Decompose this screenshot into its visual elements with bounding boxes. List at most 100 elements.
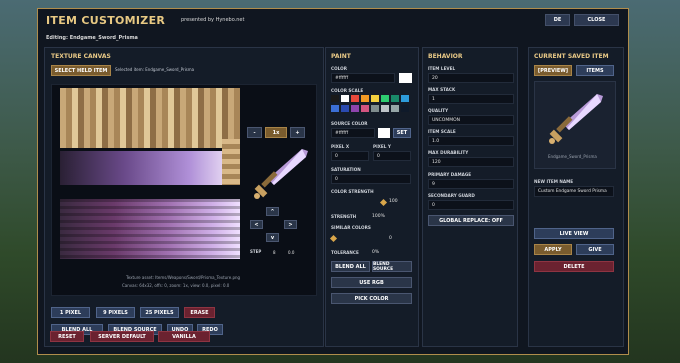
color-scale-swatch[interactable]: [351, 105, 359, 112]
paint-blend-source-button[interactable]: BLEND SOURCE: [372, 261, 412, 272]
language-button[interactable]: DE: [545, 14, 570, 26]
give-button[interactable]: GIVE: [576, 244, 614, 255]
zoom-out-button[interactable]: -: [247, 127, 262, 138]
item-level-label: ITEM LEVEL: [428, 66, 456, 71]
preview-caption: Endgame_Sword_Prisma: [548, 154, 597, 159]
erase-button[interactable]: ERASE: [184, 307, 215, 318]
server-default-button[interactable]: SERVER DEFAULT: [90, 331, 154, 342]
item-level-input[interactable]: 20: [428, 73, 514, 83]
texture-canvas-panel: TEXTURE CANVAS SELECT HELD ITEM Selected…: [44, 47, 324, 347]
color-scale-swatch[interactable]: [371, 95, 379, 102]
pixel-y-input[interactable]: 0: [373, 151, 411, 161]
items-tab[interactable]: ITEMS: [576, 65, 614, 76]
behavior-heading: BEHAVIOR: [428, 53, 463, 60]
current-item-heading: CURRENT SAVED ITEM: [534, 53, 609, 60]
quality-label: QUALITY: [428, 108, 449, 113]
texture-guard-region: [60, 151, 222, 185]
select-held-item-button[interactable]: SELECT HELD ITEM: [51, 65, 111, 76]
preview-tab[interactable]: [PREVIEW]: [534, 65, 572, 76]
quality-select[interactable]: UNCOMMON: [428, 115, 514, 125]
color-scale-swatch[interactable]: [391, 105, 399, 112]
set-source-button[interactable]: SET: [393, 128, 411, 138]
color-scale-swatch[interactable]: [361, 95, 369, 102]
texture-heading: TEXTURE CANVAS: [51, 53, 111, 60]
pixel-x-input[interactable]: 0: [331, 151, 369, 161]
texture-handle-region: [60, 88, 240, 148]
color-scale-swatch[interactable]: [341, 95, 349, 102]
color-scale-swatch[interactable]: [381, 95, 389, 102]
behavior-panel: BEHAVIOR ITEM LEVEL 20 MAX STACK 1 QUALI…: [422, 47, 518, 347]
primary-damage-input[interactable]: 9: [428, 179, 514, 189]
editing-label: Editing: Endgame_Sword_Prisma: [46, 35, 138, 41]
apply-button[interactable]: APPLY: [534, 244, 572, 255]
color-swatch[interactable]: [399, 73, 412, 83]
pixel-y-label: PIXEL Y: [373, 144, 391, 149]
tool-25-pixels-button[interactable]: 25 PIXELS: [140, 307, 179, 318]
vanilla-button[interactable]: VANILLA: [158, 331, 210, 342]
color-scale-swatch[interactable]: [371, 105, 379, 112]
color-scale-swatch[interactable]: [351, 95, 359, 102]
similar-slider-handle[interactable]: [329, 234, 338, 243]
zoom-level-button[interactable]: 1x: [265, 127, 287, 138]
max-durability-input[interactable]: 120: [428, 157, 514, 167]
max-stack-label: MAX STACK: [428, 87, 456, 92]
pick-color-button[interactable]: PICK COLOR: [331, 293, 412, 304]
sword-preview-icon: [254, 149, 308, 199]
texture-canvas[interactable]: - 1x + ^ < > v STEP 8 0.0 Texture asset:…: [51, 84, 317, 296]
texture-pommel-region: [222, 139, 240, 185]
color-scale-swatch[interactable]: [391, 95, 399, 102]
color-scale-swatch[interactable]: [381, 105, 389, 112]
item-preview-box: Endgame_Sword_Prisma: [534, 81, 616, 169]
item-scale-input[interactable]: 1.0: [428, 136, 514, 146]
secondary-guard-input[interactable]: 0: [428, 200, 514, 210]
page-title: ITEM CUSTOMIZER: [46, 14, 166, 27]
new-item-name-input[interactable]: Custom Endgame Sword Prisma: [534, 186, 614, 197]
color-scale-swatch[interactable]: [401, 105, 409, 112]
tolerance-label: TOLERANCE: [331, 250, 359, 255]
color-scale-swatch[interactable]: [361, 105, 369, 112]
color-scale-swatch[interactable]: [331, 95, 339, 102]
zoom-in-button[interactable]: +: [290, 127, 305, 138]
max-stack-input[interactable]: 1: [428, 94, 514, 104]
source-color-swatch[interactable]: [378, 128, 390, 138]
primary-damage-label: PRIMARY DAMAGE: [428, 172, 472, 177]
tool-1-pixel-button[interactable]: 1 PIXEL: [51, 307, 90, 318]
use-rgb-button[interactable]: USE RGB: [331, 277, 412, 288]
texture-asset-info: Texture asset: Items/Weapons/Sword/Prism…: [126, 275, 241, 280]
tolerance-value: 0%: [372, 250, 380, 255]
saturation-label: SATURATION: [331, 167, 361, 172]
step-value[interactable]: 8: [273, 250, 276, 255]
live-view-button[interactable]: LIVE VIEW: [534, 228, 614, 239]
source-color-input[interactable]: #ffffff: [331, 128, 375, 138]
paint-blend-all-button[interactable]: BLEND ALL: [331, 261, 370, 272]
color-scale-swatch[interactable]: [341, 105, 349, 112]
saturation-input[interactable]: 0: [331, 174, 411, 184]
strength-label: STRENGTH: [331, 214, 357, 219]
pixel-x-label: PIXEL X: [331, 144, 350, 149]
color-label: COLOR: [331, 66, 347, 71]
close-button[interactable]: CLOSE: [574, 14, 619, 26]
global-replace-toggle[interactable]: GLOBAL REPLACE: OFF: [428, 215, 514, 226]
presented-by-text: presented by Hynebo.net: [181, 17, 245, 23]
step-label: STEP: [250, 249, 262, 254]
color-input[interactable]: #ffffff: [331, 73, 395, 83]
max-durability-label: MAX DURABILITY: [428, 150, 469, 155]
color-scale-label: COLOR SCALE: [331, 88, 364, 93]
color-scale-swatch[interactable]: [401, 95, 409, 102]
selected-item-text: Selected item: Endgame_Sword_Prisma: [115, 67, 195, 72]
move-up-button[interactable]: ^: [266, 207, 279, 216]
move-down-button[interactable]: v: [266, 233, 279, 242]
strength-slider-handle[interactable]: [379, 198, 388, 207]
color-strength-value: 100: [389, 199, 398, 204]
move-right-button[interactable]: >: [284, 220, 297, 229]
color-scale-swatch[interactable]: [331, 105, 339, 112]
current-item-panel: CURRENT SAVED ITEM [PREVIEW] ITEMS Endga…: [528, 47, 624, 347]
tool-9-pixels-button[interactable]: 9 PIXELS: [96, 307, 135, 318]
reset-button[interactable]: RESET: [50, 331, 84, 342]
similar-colors-value: 0: [389, 236, 392, 241]
canvas-info: Canvas: 64x32, offs: 0, zoom: 1x, view: …: [122, 283, 230, 288]
color-strength-label: COLOR STRENGTH: [331, 189, 374, 194]
move-left-button[interactable]: <: [250, 220, 263, 229]
strength-percent: 100%: [372, 214, 385, 219]
delete-button[interactable]: DELETE: [534, 261, 614, 272]
